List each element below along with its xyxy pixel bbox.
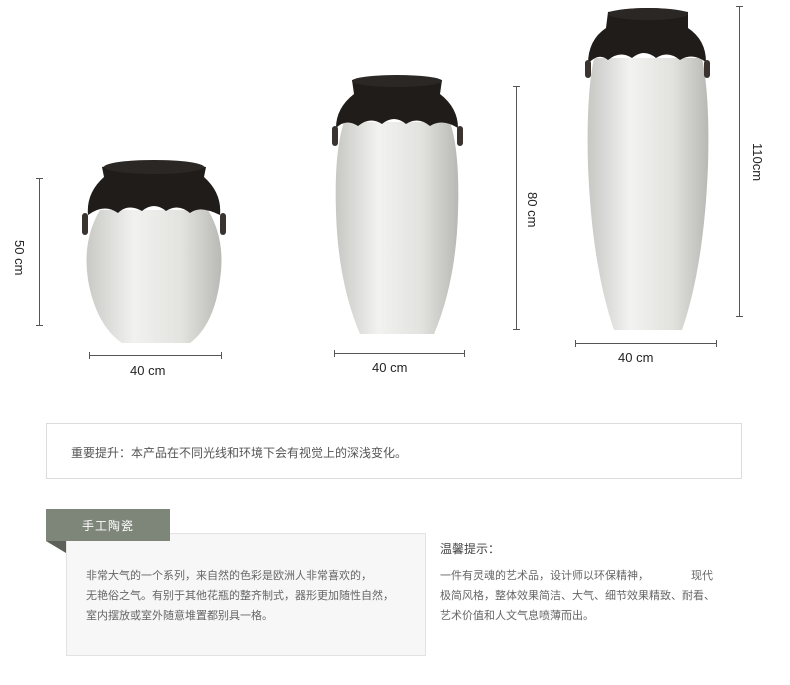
card-line-2: 无艳俗之气。有别于其他花瓶的整齐制式，器形更加随性自然，	[86, 589, 394, 602]
tick	[736, 6, 743, 7]
card-tag: 手工陶瓷	[46, 509, 170, 541]
tag-fold	[46, 541, 66, 553]
vase-small-height-line	[39, 178, 40, 326]
card-line-1: 非常大气的一个系列，来自然的色彩是欧洲人非常喜欢的，	[86, 569, 372, 582]
vase-medium-height-line	[516, 86, 517, 330]
tick	[36, 178, 43, 179]
vase-small-width-line	[89, 355, 222, 356]
tick	[36, 325, 43, 326]
vase-small-width-label: 40 cm	[130, 363, 166, 378]
tick	[575, 340, 576, 347]
vase-tall-height-line	[739, 6, 740, 317]
vase-small-height-label: 50 cm	[12, 240, 27, 276]
tick	[221, 352, 222, 359]
vase-small-image	[82, 160, 226, 343]
card-line-3: 室内摆放或室外随意堆置都别具一格。	[86, 609, 273, 622]
tick	[736, 316, 743, 317]
vase-medium-width-line	[334, 353, 465, 354]
tick	[464, 350, 465, 357]
tick	[334, 350, 335, 357]
tick	[513, 86, 520, 87]
vase-medium-width-label: 40 cm	[372, 360, 408, 375]
vase-medium-image	[332, 75, 463, 334]
tips-line-3: 艺术价值和人文气息喷薄而出。	[440, 609, 594, 622]
tick	[89, 352, 90, 359]
tips-line-1: 一件有灵魂的艺术品，设计师以环保精神， 现代	[440, 569, 713, 582]
vase-tall-width-label: 40 cm	[618, 350, 654, 365]
vase-tall-width-line	[575, 343, 717, 344]
vase-medium-height-label: 80 cm	[525, 192, 540, 228]
tick	[513, 329, 520, 330]
tips-title: 温馨提示：	[440, 542, 501, 556]
vase-tall-height-label: 110cm	[750, 143, 765, 182]
vase-tall-image	[585, 8, 710, 330]
notice-box: 重要提升：本产品在不同光线和环境下会有视觉上的深浅变化。	[46, 423, 742, 479]
notice-text: 重要提升：本产品在不同光线和环境下会有视觉上的深浅变化。	[71, 446, 408, 460]
tick	[716, 340, 717, 347]
tips-line-2: 极简风格，整体效果简洁、大气、细节效果精致、耐看、	[440, 589, 715, 602]
